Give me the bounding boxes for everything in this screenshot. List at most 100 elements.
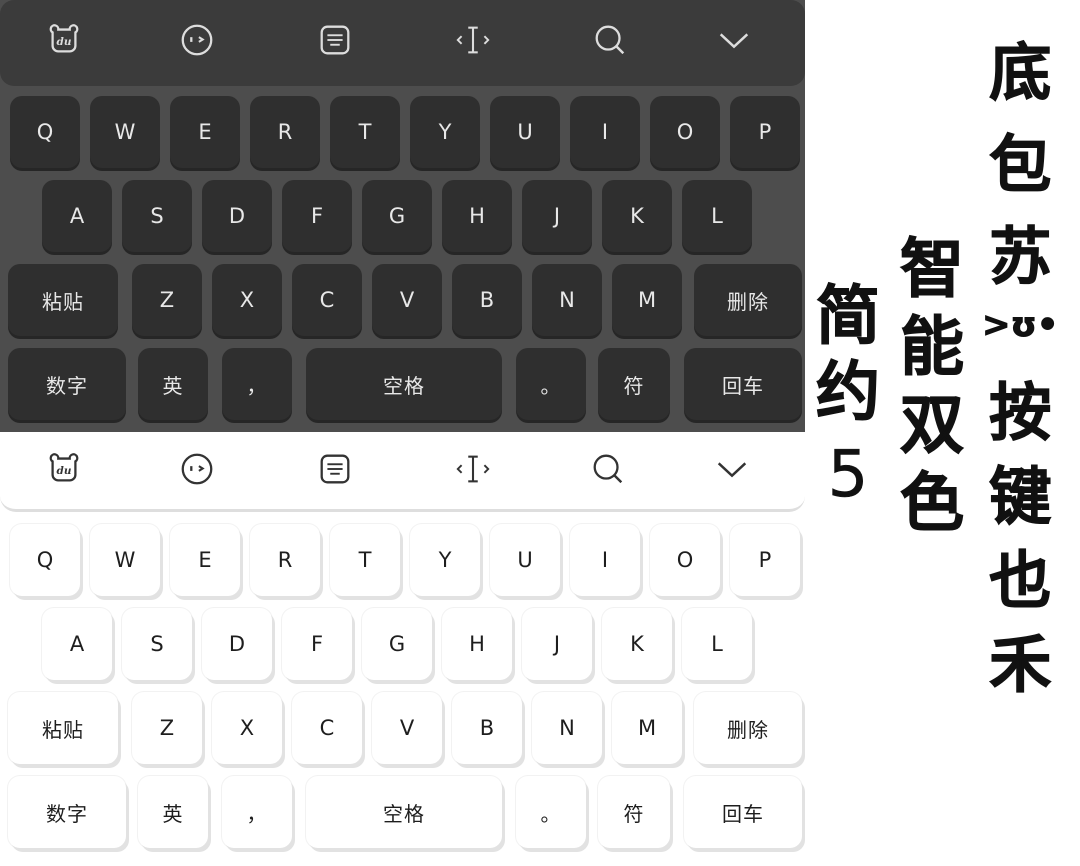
dark-toolbar: du: [0, 0, 805, 86]
symbols-key[interactable]: 符: [598, 348, 670, 420]
numbers-key[interactable]: 数字: [8, 348, 126, 420]
key-y[interactable]: Y: [410, 524, 480, 596]
key-b[interactable]: B: [452, 692, 522, 764]
language-toggle-key[interactable]: 英: [138, 776, 208, 848]
key-o[interactable]: O: [650, 96, 720, 168]
comma-key[interactable]: ，: [222, 776, 292, 848]
key-m[interactable]: M: [612, 692, 682, 764]
key-f[interactable]: F: [282, 180, 352, 252]
key-y[interactable]: Y: [410, 96, 480, 168]
caption-char: 苏: [989, 220, 1052, 293]
caption-col-2: 智 能 双 色: [900, 238, 965, 537]
delete-key[interactable]: 删除: [694, 264, 802, 336]
caption-char: 双: [900, 389, 965, 463]
key-j[interactable]: J: [522, 180, 592, 252]
key-h[interactable]: H: [442, 180, 512, 252]
key-h[interactable]: H: [442, 608, 512, 680]
caption-char: 也: [989, 544, 1052, 617]
key-d[interactable]: D: [202, 180, 272, 252]
comma-key[interactable]: ，: [222, 348, 292, 420]
key-l[interactable]: L: [682, 608, 752, 680]
collapse-chevron-icon[interactable]: [714, 20, 754, 60]
key-q[interactable]: Q: [10, 96, 80, 168]
numbers-key[interactable]: 数字: [8, 776, 126, 848]
cursor-move-icon[interactable]: [453, 20, 493, 60]
key-n[interactable]: N: [532, 264, 602, 336]
key-p[interactable]: P: [730, 96, 800, 168]
key-t[interactable]: T: [330, 524, 400, 596]
key-w[interactable]: W: [90, 524, 160, 596]
key-b[interactable]: B: [452, 264, 522, 336]
key-j[interactable]: J: [522, 608, 592, 680]
key-d[interactable]: D: [202, 608, 272, 680]
key-i[interactable]: I: [570, 524, 640, 596]
key-t[interactable]: T: [330, 96, 400, 168]
light-keyboard: du Q W E R T Y U I O P A S D F G H J K L 粘贴 Z X C V B N M 删除数字英，空格。…: [0, 432, 805, 866]
key-a[interactable]: A: [42, 180, 112, 252]
key-z[interactable]: Z: [132, 692, 202, 764]
light-toolbar: du: [0, 432, 805, 512]
key-m[interactable]: M: [612, 264, 682, 336]
key-r[interactable]: R: [250, 524, 320, 596]
key-g[interactable]: G: [362, 608, 432, 680]
caption-char: 能: [900, 311, 965, 385]
key-e[interactable]: E: [170, 524, 240, 596]
key-w[interactable]: W: [90, 96, 160, 168]
space-key[interactable]: 空格: [306, 348, 502, 420]
key-l[interactable]: L: [682, 180, 752, 252]
key-c[interactable]: C: [292, 264, 362, 336]
key-x[interactable]: X: [212, 264, 282, 336]
space-key[interactable]: 空格: [306, 776, 502, 848]
caption-col-1: 简 约 5: [816, 280, 881, 512]
svg-text:du: du: [57, 36, 72, 48]
cursor-move-icon[interactable]: [453, 449, 493, 489]
key-k[interactable]: K: [602, 180, 672, 252]
key-v[interactable]: V: [372, 264, 442, 336]
enter-key[interactable]: 回车: [684, 776, 802, 848]
key-a[interactable]: A: [42, 608, 112, 680]
keyboard-layout-icon[interactable]: [315, 449, 355, 489]
key-f[interactable]: F: [282, 608, 352, 680]
key-p[interactable]: P: [730, 524, 800, 596]
key-s[interactable]: S: [122, 608, 192, 680]
period-key[interactable]: 。: [516, 776, 586, 848]
key-r[interactable]: R: [250, 96, 320, 168]
key-q[interactable]: Q: [10, 524, 80, 596]
du-bear-logo-icon[interactable]: du: [44, 449, 84, 489]
symbols-key[interactable]: 符: [598, 776, 670, 848]
period-key[interactable]: 。: [516, 348, 586, 420]
caption-col-3: 底 包 苏 >ʊ• 按 键 也 禾: [981, 36, 1058, 701]
caption-char: 禾: [989, 628, 1052, 701]
key-k[interactable]: K: [602, 608, 672, 680]
caption-char: 简: [816, 280, 881, 354]
svg-text:du: du: [57, 465, 72, 477]
key-u[interactable]: U: [490, 524, 560, 596]
search-icon[interactable]: [588, 449, 628, 489]
keyboard-layout-icon[interactable]: [315, 20, 355, 60]
key-u[interactable]: U: [490, 96, 560, 168]
search-icon[interactable]: [590, 20, 630, 60]
key-n[interactable]: N: [532, 692, 602, 764]
caption-char: 包: [989, 128, 1052, 201]
delete-key[interactable]: 删除: [694, 692, 802, 764]
paste-key[interactable]: 粘贴: [8, 692, 118, 764]
key-x[interactable]: X: [212, 692, 282, 764]
du-bear-logo-icon[interactable]: du: [44, 20, 84, 60]
key-s[interactable]: S: [122, 180, 192, 252]
caption-char: 底: [989, 36, 1052, 109]
key-i[interactable]: I: [570, 96, 640, 168]
caption-char: 按: [989, 376, 1052, 449]
key-g[interactable]: G: [362, 180, 432, 252]
emoji-face-icon[interactable]: [177, 20, 217, 60]
enter-key[interactable]: 回车: [684, 348, 802, 420]
key-e[interactable]: E: [170, 96, 240, 168]
language-toggle-key[interactable]: 英: [138, 348, 208, 420]
emoji-face-icon[interactable]: [177, 449, 217, 489]
key-o[interactable]: O: [650, 524, 720, 596]
key-c[interactable]: C: [292, 692, 362, 764]
caption-char: 5: [827, 438, 869, 512]
key-v[interactable]: V: [372, 692, 442, 764]
key-z[interactable]: Z: [132, 264, 202, 336]
paste-key[interactable]: 粘贴: [8, 264, 118, 336]
collapse-chevron-icon[interactable]: [712, 449, 752, 489]
